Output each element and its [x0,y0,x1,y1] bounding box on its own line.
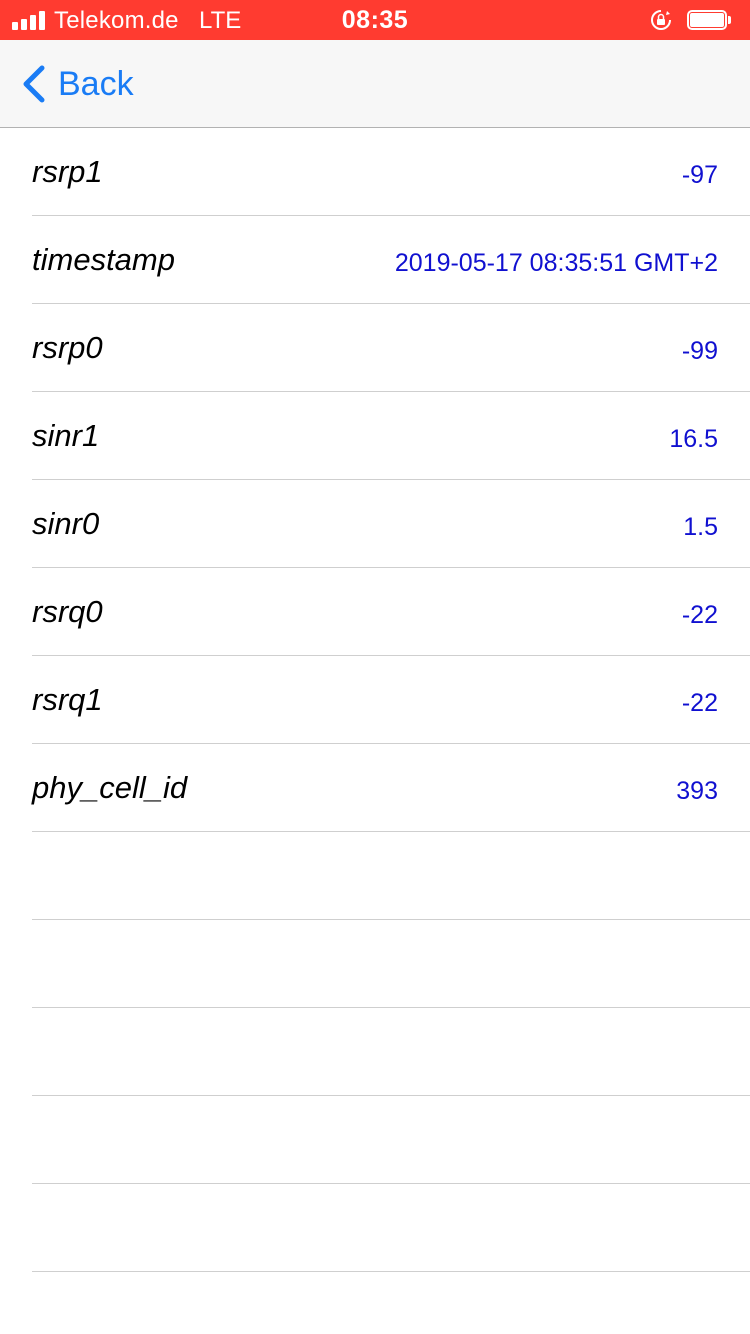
row-value: -97 [681,161,718,189]
back-button[interactable]: Back [20,62,134,106]
row-key: phy_cell_id [32,770,188,805]
list-row[interactable]: rsrq0 -22 [32,568,750,656]
back-label: Back [58,64,134,103]
row-value: 2019-05-17 08:35:51 GMT+2 [394,249,718,277]
row-value: 1.5 [683,513,718,541]
row-key: rsrq1 [32,682,103,717]
empty-list-row [32,920,750,1008]
empty-list-row [32,1184,750,1272]
info-list: rsrp1 -97 timestamp 2019-05-17 08:35:51 GM… [0,128,750,1272]
row-key: rsrp0 [32,330,103,365]
empty-list-row [32,1008,750,1096]
rotation-lock-icon [651,10,671,30]
row-value: -99 [681,337,718,365]
status-bar: Telekom.de LTE 08:35 [0,0,750,40]
status-time: 08:35 [341,6,409,34]
list-row[interactable]: sinr0 1.5 [32,480,750,568]
empty-list-row [32,832,750,920]
list-row[interactable]: rsrq1 -22 [32,656,750,744]
battery-icon [687,10,731,30]
navigation-bar: Back [0,40,750,128]
row-value: -22 [681,601,718,629]
row-key: rsrp1 [32,154,103,189]
row-key: timestamp [32,242,175,277]
row-value: 393 [676,777,718,805]
empty-list-row [32,1096,750,1184]
row-key: sinr0 [32,506,100,541]
list-row[interactable]: rsrp1 -97 [32,128,750,216]
list-row[interactable]: sinr1 16.5 [32,392,750,480]
list-row[interactable]: phy_cell_id 393 [32,744,750,832]
row-value: 16.5 [669,425,718,453]
row-key: sinr1 [32,418,100,453]
chevron-left-icon [23,65,45,103]
row-key: rsrq0 [32,594,103,629]
list-row[interactable]: timestamp 2019-05-17 08:35:51 GMT+2 [32,216,750,304]
row-value: -22 [681,689,718,717]
list-row[interactable]: rsrp0 -99 [32,304,750,392]
